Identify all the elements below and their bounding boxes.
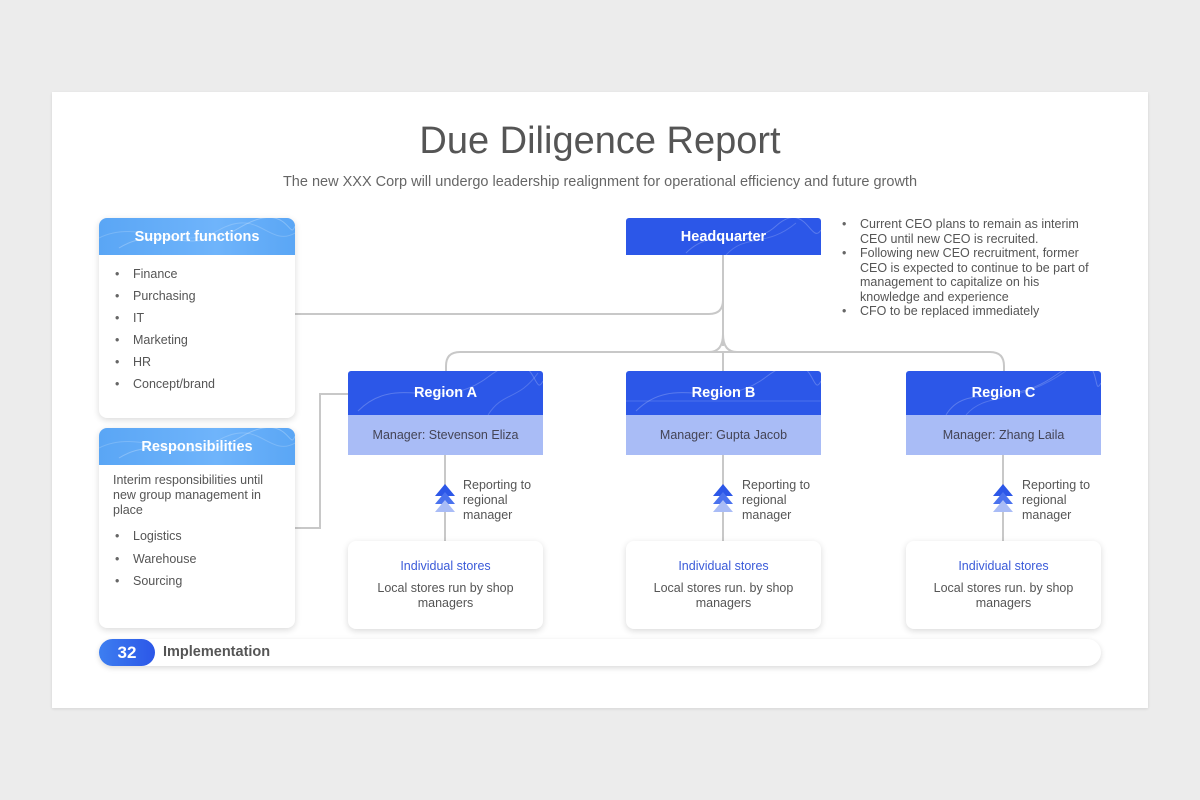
region-c-name: Region C (971, 385, 1036, 401)
region-a-header: Region A (348, 371, 543, 415)
hq-note: Following new CEO recruitment, former CE… (840, 246, 1102, 304)
headquarter-notes: Current CEO plans to remain as interim C… (840, 217, 1102, 319)
page-number: 32 (99, 639, 155, 666)
store-description: Local stores run. by shop managers (653, 581, 794, 610)
headquarter-box: Headquarter (626, 218, 821, 255)
footer-bar: 32 Implementation (99, 639, 1101, 666)
region-b-reporting: Reporting to regional manager (742, 478, 811, 522)
responsibilities-list: Logistics Warehouse Sourcing (113, 529, 196, 597)
list-item: Sourcing (113, 574, 196, 597)
list-item: HR (113, 355, 215, 377)
responsibilities-header: Responsibilities (99, 428, 295, 465)
region-c-header: Region C (906, 371, 1101, 415)
region-c-manager: Manager: Zhang Laila (906, 415, 1101, 455)
list-item: Concept/brand (113, 377, 215, 399)
support-functions-list: Finance Purchasing IT Marketing HR Conce… (113, 267, 215, 399)
store-title: Individual stores (958, 559, 1049, 573)
list-item: Warehouse (113, 552, 196, 575)
list-item: Marketing (113, 333, 215, 355)
page-subtitle: The new XXX Corp will undergo leadership… (282, 174, 918, 190)
list-item: Logistics (113, 529, 196, 552)
chevron-up-arrows-icon (435, 484, 455, 512)
store-title: Individual stores (678, 559, 769, 573)
support-functions-card: Support functions Finance Purchasing IT … (99, 218, 295, 418)
responsibilities-heading: Responsibilities (141, 438, 253, 455)
chevron-up-arrows-icon (713, 484, 733, 512)
support-functions-header: Support functions (99, 218, 295, 255)
hq-note: Current CEO plans to remain as interim C… (840, 217, 1102, 246)
hq-note: CFO to be replaced immediately (840, 304, 1102, 319)
support-functions-heading: Support functions (134, 228, 260, 245)
region-a-manager: Manager: Stevenson Eliza (348, 415, 543, 455)
region-a-name: Region A (413, 385, 478, 401)
chevron-up-arrows-icon (993, 484, 1013, 512)
section-label: Implementation (163, 644, 271, 660)
headquarter-label: Headquarter (680, 228, 767, 245)
region-a-stores-card: Individual stores Local stores run by sh… (348, 541, 543, 629)
region-b-name: Region B (691, 385, 756, 401)
region-a-reporting: Reporting to regional manager (463, 478, 532, 522)
list-item: Finance (113, 267, 215, 289)
store-description: Local stores run by shop managers (377, 581, 514, 610)
list-item: IT (113, 311, 215, 333)
region-b-manager: Manager: Gupta Jacob (626, 415, 821, 455)
store-title: Individual stores (400, 559, 491, 573)
page-title: Due Diligence Report (419, 120, 781, 162)
list-item: Purchasing (113, 289, 215, 311)
region-b-stores-card: Individual stores Local stores run. by s… (626, 541, 821, 629)
region-c-reporting: Reporting to regional manager (1022, 478, 1091, 522)
responsibilities-intro: Interim responsibilities until new group… (113, 473, 264, 517)
store-description: Local stores run. by shop managers (933, 581, 1074, 610)
region-c-stores-card: Individual stores Local stores run. by s… (906, 541, 1101, 629)
responsibilities-card: Responsibilities Interim responsibilitie… (99, 428, 295, 628)
region-b-header: Region B (626, 371, 821, 415)
